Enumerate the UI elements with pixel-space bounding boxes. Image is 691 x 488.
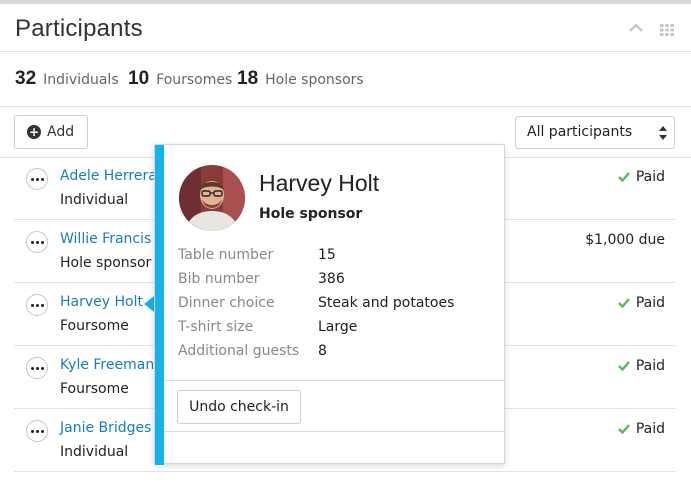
popover-role: Hole sponsor [259,206,363,222]
select-arrows-icon [659,126,667,140]
detail-value: 8 [318,343,327,359]
stat-foursomes: 10 Foursomes [128,68,232,90]
detail-value: Steak and potatoes [318,295,455,311]
payment-status: $1,000 due [585,232,665,248]
participant-name-link[interactable]: Janie Bridges [60,420,151,436]
detail-label: Table number [178,247,274,263]
popover-name: Harvey Holt [259,170,380,196]
detail-label: Dinner choice [178,295,275,311]
participant-name-link[interactable]: Adele Herrera [60,168,157,184]
more-options-button[interactable] [26,357,48,379]
detail-label: Bib number [178,271,260,287]
payment-status: Paid [617,295,665,311]
popover-divider [164,380,504,381]
more-options-button[interactable] [26,420,48,442]
participant-type: Individual [60,444,129,460]
check-icon [617,361,630,371]
popover-divider [164,431,504,432]
payment-status: Paid [617,169,665,185]
stat-label: Foursomes [156,72,233,88]
stat-label: Hole sponsors [265,72,364,88]
filter-value: All participants [527,124,633,140]
participant-popover: Harvey Holt Hole sponsor Table number 15… [154,144,505,465]
detail-value: 15 [318,247,336,263]
check-icon [617,172,630,182]
page-title: Participants [15,15,143,42]
participant-type: Foursome [60,318,129,334]
participant-name-link[interactable]: Kyle Freeman [60,357,154,373]
plus-circle-icon: + [27,125,41,139]
participant-type: Hole sponsor [60,255,152,271]
more-options-button[interactable] [26,294,48,316]
payment-status: Paid [617,421,665,437]
participant-type: Foursome [60,381,129,397]
payment-status: Paid [617,358,665,374]
stat-count: 10 [128,68,150,89]
panel-header: Participants [0,4,691,52]
add-button-label: Add [47,124,75,140]
stat-individuals: 32 Individuals [15,68,119,90]
chevron-up-icon[interactable] [628,22,644,34]
participant-filter-select[interactable]: All participants [515,116,675,149]
participant-name-link[interactable]: Willie Francis [60,231,151,247]
stat-hole-sponsors: 18 Hole sponsors [237,68,364,90]
participant-stats: 32 Individuals 10 Foursomes 18 Hole spon… [0,53,691,107]
stat-count: 18 [237,68,259,89]
avatar [179,165,245,231]
more-options-button[interactable] [26,168,48,190]
detail-label: Additional guests [178,343,300,359]
participant-type: Individual [60,192,129,208]
detail-label: T-shirt size [178,319,254,335]
detail-value: 386 [318,271,345,287]
detail-value: Large [318,319,358,335]
undo-check-in-button[interactable]: Undo check-in [177,390,301,424]
stat-label: Individuals [43,72,119,88]
stat-count: 32 [15,68,37,89]
popover-pointer [144,296,154,312]
grid-icon[interactable] [660,24,674,36]
more-options-button[interactable] [26,231,48,253]
add-button[interactable]: + Add [14,115,88,149]
popover-accent-bar [155,145,164,465]
check-icon [617,424,630,434]
participant-name-link[interactable]: Harvey Holt [60,294,143,310]
check-icon [617,298,630,308]
